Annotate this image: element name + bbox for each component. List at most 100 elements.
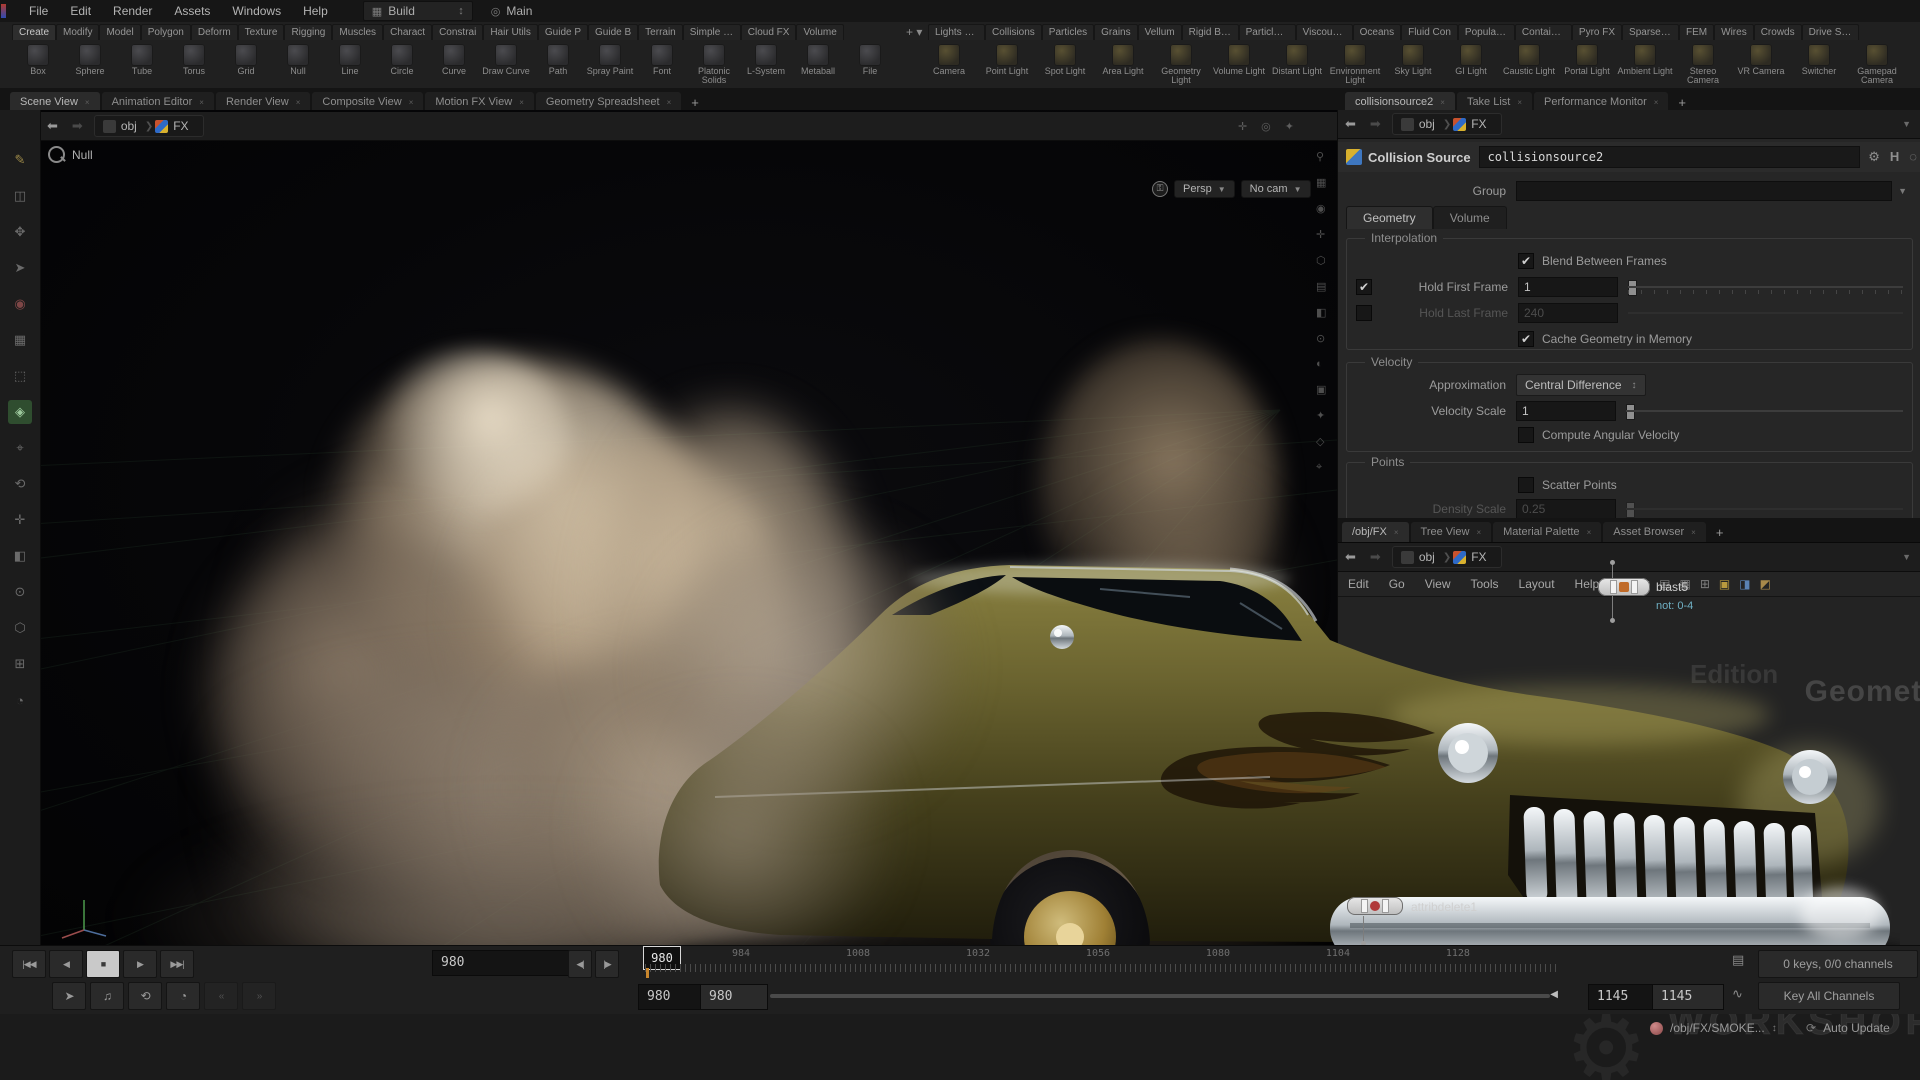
shelf-tool[interactable]: Circle xyxy=(376,42,428,85)
pane-tab[interactable]: Composite View× xyxy=(312,92,423,112)
close-icon[interactable]: × xyxy=(409,98,414,107)
toolbar-icon[interactable]: ⌖ xyxy=(8,436,32,460)
shelf-tool[interactable]: Metaball xyxy=(792,42,844,85)
close-icon[interactable]: × xyxy=(1654,98,1659,107)
shelf-tool[interactable]: Path xyxy=(532,42,584,85)
viewport-toolbar-icon[interactable]: ▣ xyxy=(1316,383,1326,396)
toolbar-icon[interactable]: ◔ xyxy=(8,688,32,712)
shelf-tab[interactable]: Guide B xyxy=(588,24,638,40)
close-icon[interactable]: × xyxy=(1476,528,1481,537)
keyframe-pointer-icon[interactable]: ➤ xyxy=(52,982,86,1010)
image-icon[interactable]: ◨ xyxy=(1739,577,1750,591)
shelf-tab[interactable]: Terrain xyxy=(638,24,683,40)
notes-icon[interactable]: ▣ xyxy=(1719,577,1730,591)
chevron-down-icon[interactable]: ▼ xyxy=(1902,119,1911,129)
shelf-tool[interactable]: VR Camera xyxy=(1732,42,1790,85)
projection-selector[interactable]: Persp▼ xyxy=(1174,180,1235,198)
shelf-tab[interactable]: Rigid Bodies xyxy=(1182,24,1239,40)
density-field[interactable]: 0.25 xyxy=(1516,499,1616,519)
pane-tab[interactable]: Performance Monitor× xyxy=(1534,92,1668,112)
timeline[interactable]: 980 984100810321056108011041128 xyxy=(0,946,1570,980)
main-menu-selector[interactable]: ◎ Main xyxy=(483,2,541,20)
network-menu-item[interactable]: Go xyxy=(1379,575,1415,593)
breadcrumb-fx[interactable]: FX xyxy=(153,119,196,133)
shelf-tool[interactable]: Camera xyxy=(920,42,978,85)
forward-icon[interactable]: ➡ xyxy=(65,118,90,134)
density-slider[interactable] xyxy=(1626,500,1903,518)
range-handle[interactable]: ◀ xyxy=(1550,989,1558,1000)
scene-viewport[interactable] xyxy=(40,110,1337,948)
shelf-tab[interactable]: Volume xyxy=(796,24,843,40)
channel-graph-icon[interactable]: ∿ xyxy=(1732,986,1743,1002)
shelf-tab[interactable]: Rigging xyxy=(284,24,332,40)
shelf-tab[interactable]: Sparse Py xyxy=(1622,24,1679,40)
flipbook-icon[interactable]: ⟲ xyxy=(128,982,162,1010)
pane-tab[interactable]: Motion FX View× xyxy=(425,92,534,112)
pane-tab[interactable]: /obj/FX× xyxy=(1342,522,1409,542)
hold-first-checkbox[interactable]: ✔ xyxy=(1356,279,1372,295)
toolbar-icon[interactable]: ⬡ xyxy=(8,616,32,640)
blend-checkbox[interactable]: ✔ xyxy=(1518,253,1534,269)
shelf-tool[interactable]: Box xyxy=(12,42,64,85)
breadcrumb-obj[interactable]: obj xyxy=(1399,550,1443,564)
breadcrumb-fx[interactable]: FX xyxy=(1451,117,1494,131)
viewport-toolbar-icon[interactable]: ✛ xyxy=(1316,228,1326,241)
shelf-tab[interactable]: Polygon xyxy=(141,24,191,40)
shelf-tool[interactable]: Line xyxy=(324,42,376,85)
shelf-tool[interactable]: Tube xyxy=(116,42,168,85)
shelf-tab[interactable]: Collisions xyxy=(985,24,1042,40)
pin-icon[interactable]: ✛ xyxy=(1231,120,1254,133)
cache-checkbox[interactable]: ✔ xyxy=(1518,331,1534,347)
shelf-tool[interactable]: Switcher xyxy=(1790,42,1848,85)
shelf-tab[interactable]: FEM xyxy=(1679,24,1714,40)
shelf-tool[interactable]: Area Light xyxy=(1094,42,1152,85)
pane-tab[interactable]: Tree View× xyxy=(1411,522,1492,542)
keys-status-button[interactable]: 0 keys, 0/0 channels xyxy=(1758,950,1918,978)
group-pick-icon[interactable]: ▼ xyxy=(1892,186,1913,196)
shelf-tab[interactable]: Create xyxy=(12,24,56,40)
layout-icon[interactable]: ⊞ xyxy=(1700,577,1710,591)
shelf-tab[interactable]: Fluid Con xyxy=(1401,24,1458,40)
sync-icon[interactable]: ◎ xyxy=(1254,120,1278,133)
viewport-toolbar-icon[interactable]: ⬡ xyxy=(1316,254,1326,267)
shelf-tab[interactable]: Crowds xyxy=(1754,24,1802,40)
shelf-tab[interactable]: Particles xyxy=(1042,24,1094,40)
playback-start-field[interactable]: 980 xyxy=(700,984,768,1010)
forward-icon[interactable]: ➡ xyxy=(1363,549,1388,565)
pane-tab[interactable]: Asset Browser× xyxy=(1603,522,1706,542)
viewport-toolbar-icon[interactable]: ◇ xyxy=(1316,435,1326,448)
menu-item[interactable]: File xyxy=(20,2,57,20)
toolbar-icon[interactable]: ✥ xyxy=(8,220,32,244)
back-icon[interactable]: ⬅ xyxy=(40,118,65,134)
approximation-dropdown[interactable]: Central Difference↕ xyxy=(1516,374,1646,396)
shelf-tool[interactable]: Caustic Light xyxy=(1500,42,1558,85)
shelf-tab[interactable]: Wires xyxy=(1714,24,1754,40)
key-all-channels-button[interactable]: Key All Channels xyxy=(1758,982,1900,1010)
viewport-toolbar-icon[interactable]: ⚲ xyxy=(1316,150,1326,163)
shelf-tab[interactable]: Modify xyxy=(56,24,99,40)
audio-icon[interactable]: ♫ xyxy=(90,982,124,1010)
toolbar-icon[interactable]: ⟲ xyxy=(8,472,32,496)
shelf-tool[interactable]: Environment Light xyxy=(1326,42,1384,85)
shelf-tool[interactable]: Point Light xyxy=(978,42,1036,85)
toolbar-icon[interactable]: ◧ xyxy=(8,544,32,568)
hold-last-checkbox[interactable]: ✔ xyxy=(1356,305,1372,321)
close-icon[interactable]: × xyxy=(1394,528,1399,537)
shelf-tool[interactable]: Volume Light xyxy=(1210,42,1268,85)
search-icon[interactable]: ◌ xyxy=(1909,149,1917,165)
hold-last-field[interactable]: 240 xyxy=(1518,303,1618,323)
group-field[interactable] xyxy=(1516,181,1892,201)
network-menu-item[interactable]: Edit xyxy=(1338,575,1379,593)
velocity-scale-slider[interactable] xyxy=(1626,402,1903,420)
shelf-tool[interactable]: Sphere xyxy=(64,42,116,85)
shelf-tool[interactable]: Grid xyxy=(220,42,272,85)
desktop-selector[interactable]: ▦ Build ↕ xyxy=(363,1,473,21)
viewport-toolbar-icon[interactable]: ⌖ xyxy=(1316,461,1326,474)
shelf-tab[interactable]: Viscous Fl xyxy=(1296,24,1353,40)
snapshot-icon[interactable]: ✦ xyxy=(1278,120,1301,133)
shelf-tab[interactable]: Oceans xyxy=(1353,24,1401,40)
range-start-field[interactable]: 980 xyxy=(638,984,706,1010)
network-menu-item[interactable]: View xyxy=(1415,575,1461,593)
breadcrumb-fx[interactable]: FX xyxy=(1451,550,1494,564)
shelf-tool[interactable]: Gamepad Camera xyxy=(1848,42,1906,85)
